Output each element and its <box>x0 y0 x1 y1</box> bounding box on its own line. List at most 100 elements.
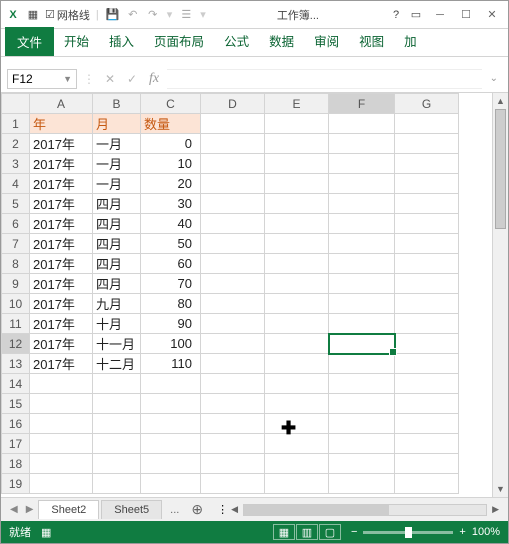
cell[interactable] <box>395 334 459 354</box>
cell[interactable] <box>395 134 459 154</box>
cell[interactable] <box>395 294 459 314</box>
cell[interactable]: 四月 <box>93 254 141 274</box>
zoom-in-icon[interactable]: + <box>459 526 465 538</box>
row-header[interactable]: 9 <box>2 274 30 294</box>
scroll-up-icon[interactable]: ▲ <box>493 93 508 109</box>
tab-data[interactable]: 数据 <box>259 26 304 56</box>
tab-view[interactable]: 视图 <box>349 26 394 56</box>
cell[interactable] <box>201 394 265 414</box>
row-header[interactable]: 4 <box>2 174 30 194</box>
cell[interactable] <box>265 234 329 254</box>
cell[interactable] <box>30 414 93 434</box>
tab-more[interactable]: 加 <box>394 26 427 56</box>
cell[interactable] <box>395 394 459 414</box>
row-header[interactable]: 19 <box>2 474 30 494</box>
cell[interactable]: 10 <box>141 154 201 174</box>
cell[interactable] <box>141 414 201 434</box>
cell[interactable] <box>30 474 93 494</box>
cell[interactable] <box>265 194 329 214</box>
cell[interactable] <box>265 374 329 394</box>
cell[interactable]: 110 <box>141 354 201 374</box>
cell[interactable] <box>201 234 265 254</box>
cell[interactable]: 2017年 <box>30 194 93 214</box>
hscroll-thumb[interactable] <box>244 505 389 515</box>
row-header[interactable]: 3 <box>2 154 30 174</box>
row-header[interactable]: 7 <box>2 234 30 254</box>
col-header-D[interactable]: D <box>201 94 265 114</box>
cell[interactable] <box>30 434 93 454</box>
sheet-tab-more[interactable]: ... <box>164 504 185 516</box>
help-icon[interactable]: ? <box>388 7 404 23</box>
cell[interactable] <box>93 414 141 434</box>
cell[interactable] <box>201 434 265 454</box>
cell[interactable]: 40 <box>141 214 201 234</box>
cell[interactable] <box>201 334 265 354</box>
zoom-control[interactable]: − + 100% <box>351 526 500 538</box>
ribbon-options-icon[interactable]: ▭ <box>408 7 424 23</box>
cell[interactable] <box>141 434 201 454</box>
cell[interactable]: 四月 <box>93 214 141 234</box>
row-header[interactable]: 6 <box>2 214 30 234</box>
row-header[interactable]: 11 <box>2 314 30 334</box>
cell[interactable] <box>265 334 329 354</box>
cell[interactable]: 2017年 <box>30 334 93 354</box>
tab-file[interactable]: 文件 <box>5 27 54 56</box>
col-header-B[interactable]: B <box>93 94 141 114</box>
row-header[interactable]: 5 <box>2 194 30 214</box>
maximize-button[interactable]: ☐ <box>454 5 478 25</box>
cell[interactable]: 2017年 <box>30 174 93 194</box>
cell[interactable] <box>93 454 141 474</box>
cell[interactable] <box>329 294 395 314</box>
tab-formulas[interactable]: 公式 <box>214 26 259 56</box>
cell[interactable] <box>265 354 329 374</box>
add-sheet-icon[interactable]: ⊕ <box>187 501 207 518</box>
cell[interactable] <box>329 334 395 354</box>
save-icon[interactable]: 💾 <box>105 7 121 23</box>
cell[interactable] <box>93 394 141 414</box>
cell[interactable]: 年 <box>30 114 93 134</box>
spreadsheet-grid[interactable]: A B C D E F G 1年月数量22017年一月032017年一月1042… <box>1 93 459 494</box>
cell[interactable]: 十一月 <box>93 334 141 354</box>
cell[interactable] <box>395 214 459 234</box>
cell[interactable] <box>395 414 459 434</box>
cell[interactable]: 30 <box>141 194 201 214</box>
cell[interactable]: 2017年 <box>30 234 93 254</box>
tab-insert[interactable]: 插入 <box>99 26 144 56</box>
cell[interactable]: 月 <box>93 114 141 134</box>
tab-nav-prev-icon[interactable]: ◀ <box>7 504 21 515</box>
quicklayout-icon[interactable]: ▦ <box>25 7 41 23</box>
cell[interactable] <box>329 414 395 434</box>
row-header[interactable]: 17 <box>2 434 30 454</box>
cell[interactable]: 数量 <box>141 114 201 134</box>
cell[interactable]: 2017年 <box>30 354 93 374</box>
cell[interactable] <box>329 394 395 414</box>
cell[interactable]: 50 <box>141 234 201 254</box>
cell[interactable] <box>329 454 395 474</box>
hscroll-right-icon[interactable]: ▶ <box>489 504 502 515</box>
name-box[interactable]: F12 ▼ <box>7 69 77 89</box>
scroll-down-icon[interactable]: ▼ <box>493 481 508 497</box>
cell[interactable] <box>265 154 329 174</box>
vscroll-thumb[interactable] <box>495 109 506 229</box>
view-normal-icon[interactable]: ▦ <box>273 524 295 540</box>
cell[interactable] <box>93 434 141 454</box>
cell[interactable] <box>201 214 265 234</box>
row-header[interactable]: 10 <box>2 294 30 314</box>
cell[interactable] <box>141 454 201 474</box>
cell[interactable] <box>93 374 141 394</box>
cell[interactable] <box>265 454 329 474</box>
cell[interactable] <box>395 314 459 334</box>
cell[interactable] <box>201 294 265 314</box>
tab-home[interactable]: 开始 <box>54 26 99 56</box>
redo-icon[interactable]: ↷ <box>145 7 161 23</box>
zoom-value[interactable]: 100% <box>472 526 500 538</box>
cell[interactable] <box>201 194 265 214</box>
cell[interactable]: 2017年 <box>30 314 93 334</box>
cell[interactable] <box>329 214 395 234</box>
col-header-E[interactable]: E <box>265 94 329 114</box>
status-recorder-icon[interactable]: ▦ <box>41 526 51 539</box>
cell[interactable] <box>329 194 395 214</box>
tab-review[interactable]: 审阅 <box>304 26 349 56</box>
minimize-button[interactable]: ─ <box>428 5 452 25</box>
cell[interactable] <box>265 414 329 434</box>
